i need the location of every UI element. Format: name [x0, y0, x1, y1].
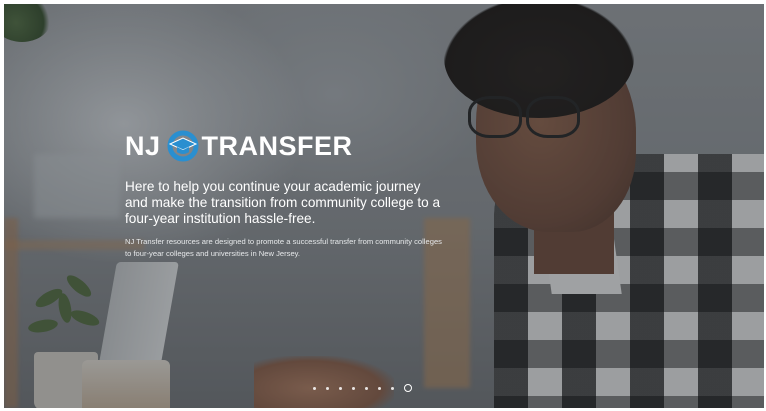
- hero-description: NJ Transfer resources are designed to pr…: [125, 237, 442, 258]
- carousel-dot[interactable]: [313, 386, 316, 390]
- carousel-dot[interactable]: [365, 386, 368, 390]
- carousel-dot[interactable]: [391, 386, 394, 390]
- carousel-pagination: [313, 384, 412, 392]
- hero-banner: NJ TRANSFER Here to help you continue yo…: [4, 4, 764, 408]
- graduation-cap-circle-icon: [166, 129, 200, 163]
- nj-transfer-logo[interactable]: NJ TRANSFER: [125, 129, 353, 163]
- logo-text-nj: NJ: [125, 130, 161, 161]
- carousel-dot[interactable]: [339, 386, 342, 390]
- hero-tagline: Here to help you continue your academic …: [125, 179, 441, 226]
- logo-text-transfer: TRANSFER: [201, 130, 353, 161]
- carousel-dot-active[interactable]: [404, 384, 412, 392]
- carousel-dot[interactable]: [326, 386, 329, 390]
- carousel-dot[interactable]: [378, 386, 381, 390]
- carousel-dot[interactable]: [352, 386, 355, 390]
